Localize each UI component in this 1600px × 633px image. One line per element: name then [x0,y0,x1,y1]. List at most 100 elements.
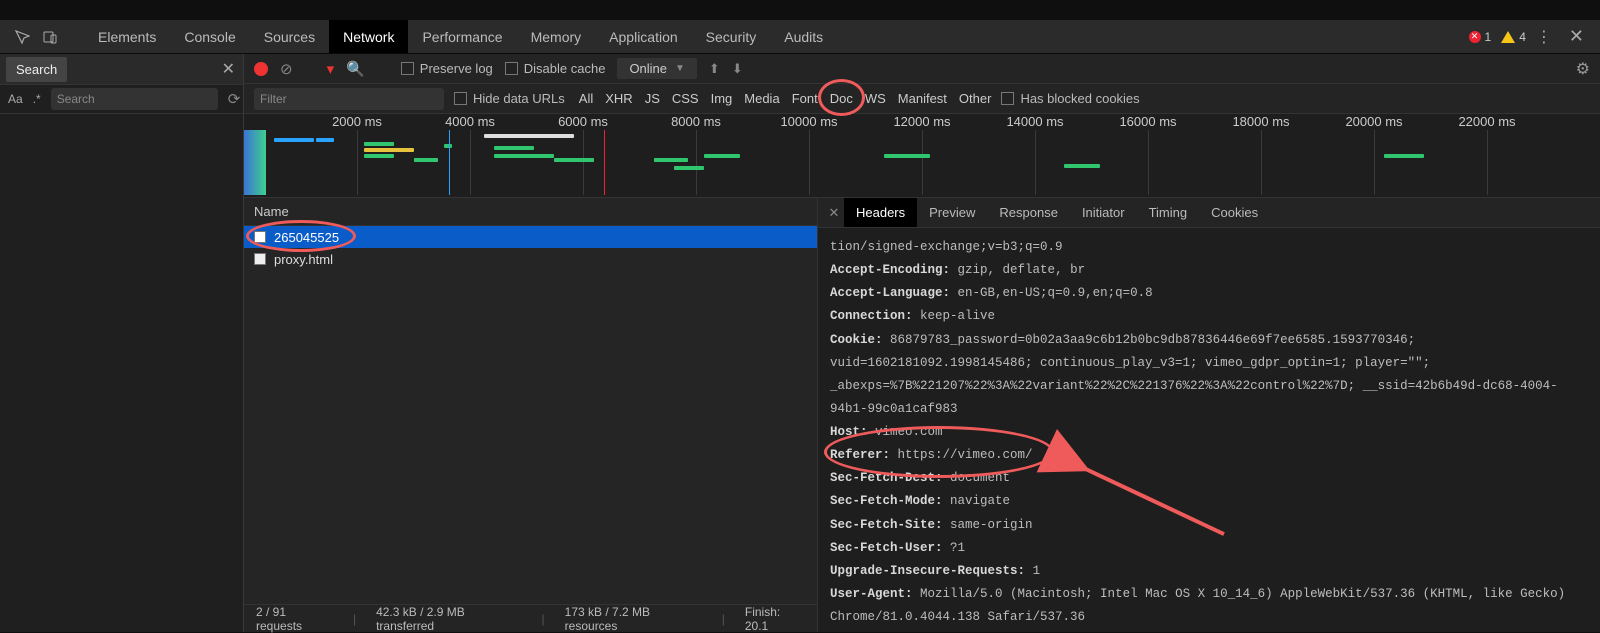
tab-security[interactable]: Security [692,20,771,53]
filter-toggle-icon[interactable]: ▾ [327,60,335,78]
network-filter-bar: Hide data URLs All XHR JS CSS Img Media … [244,84,1600,114]
request-details: ✕ Headers Preview Response Initiator Tim… [818,198,1600,632]
hide-data-urls-label: Hide data URLs [473,91,565,106]
tab-sources[interactable]: Sources [250,20,329,53]
request-row-selected[interactable]: 265045525 [244,226,817,248]
tab-memory[interactable]: Memory [517,20,596,53]
type-js[interactable]: JS [645,91,660,106]
type-img[interactable]: Img [711,91,733,106]
header-accept-encoding: Accept-Encoding: gzip, deflate, br [830,259,1588,282]
type-media[interactable]: Media [744,91,779,106]
tab-preview[interactable]: Preview [917,198,987,227]
type-css[interactable]: CSS [672,91,699,106]
search-toggle-icon[interactable]: 🔍 [346,60,365,78]
network-overview[interactable]: 2000 ms4000 ms6000 ms8000 ms10000 ms1200… [244,114,1600,198]
import-har-icon[interactable]: ⬆ [709,61,720,77]
header-referer: Referer: https://vimeo.com/ [830,444,1588,467]
hide-data-urls-checkbox[interactable]: Hide data URLs [454,91,565,106]
warning-count: 4 [1519,30,1526,44]
waterfall-tick: 6000 ms [558,114,608,129]
has-blocked-cookies-checkbox[interactable]: Has blocked cookies [1001,91,1139,106]
match-case-toggle[interactable]: Aa [8,92,23,106]
request-name: 265045525 [274,230,339,245]
tab-application[interactable]: Application [595,20,692,53]
regex-toggle[interactable]: .* [33,92,41,106]
header-line: tion/signed-exchange;v=b3;q=0.9 [830,236,1588,259]
main-tabs: Elements Console Sources Network Perform… [0,20,1600,54]
search-input[interactable] [51,88,218,110]
type-all[interactable]: All [579,91,593,106]
network-panel: ⊘ ▾ 🔍 Preserve log Disable cache Online … [244,54,1600,632]
waterfall-tick: 4000 ms [445,114,495,129]
error-count-badge[interactable]: ✕ 1 [1469,30,1492,44]
tab-response[interactable]: Response [987,198,1070,227]
record-button[interactable] [254,62,268,76]
type-filter-group: All XHR JS CSS Img Media Font Doc WS Man… [579,91,992,106]
close-devtools-icon[interactable]: ✕ [1563,26,1590,47]
filter-input[interactable] [254,88,444,110]
throttling-select[interactable]: Online ▼ [617,58,696,79]
status-resources: 173 kB / 7.2 MB resources [565,605,702,633]
request-list: Name 265045525 proxy.html 2 / 91 request… [244,198,818,632]
tab-headers[interactable]: Headers [844,198,917,227]
waterfall-tick: 22000 ms [1458,114,1515,129]
status-transferred: 42.3 kB / 2.9 MB transferred [376,605,521,633]
settings-icon[interactable]: ⚙ [1576,59,1590,79]
type-manifest[interactable]: Manifest [898,91,947,106]
tab-audits[interactable]: Audits [770,20,837,53]
status-finish: Finish: 20.1 [745,605,805,633]
more-menu-icon[interactable]: ⋮ [1536,27,1553,47]
checkbox-icon [401,62,414,75]
header-upgrade-insecure: Upgrade-Insecure-Requests: 1 [830,560,1588,583]
status-requests: 2 / 91 requests [256,605,333,633]
has-blocked-label: Has blocked cookies [1020,91,1139,106]
close-details-icon[interactable]: ✕ [824,205,844,221]
network-toolbar: ⊘ ▾ 🔍 Preserve log Disable cache Online … [244,54,1600,84]
disable-cache-checkbox[interactable]: Disable cache [505,61,606,76]
close-search-icon[interactable]: ✕ [222,59,235,79]
tab-elements[interactable]: Elements [84,20,170,53]
type-doc[interactable]: Doc [830,91,853,106]
waterfall-tick: 16000 ms [1119,114,1176,129]
tab-cookies[interactable]: Cookies [1199,198,1270,227]
refresh-icon[interactable]: ⟳ [228,90,241,108]
headers-body: tion/signed-exchange;v=b3;q=0.9 Accept-E… [818,228,1600,632]
checkbox-icon [505,62,518,75]
type-ws[interactable]: WS [865,91,886,106]
checkbox-icon [454,92,467,105]
waterfall-tick: 18000 ms [1232,114,1289,129]
checkbox-icon [1001,92,1014,105]
type-font[interactable]: Font [792,91,818,106]
type-other[interactable]: Other [959,91,992,106]
error-icon: ✕ [1469,31,1481,43]
preserve-log-checkbox[interactable]: Preserve log [401,61,493,76]
tab-timing[interactable]: Timing [1137,198,1200,227]
waterfall-tick: 8000 ms [671,114,721,129]
header-user-agent: User-Agent: Mozilla/5.0 (Macintosh; Inte… [830,583,1588,629]
inspect-icon[interactable] [8,20,36,53]
error-count: 1 [1485,30,1492,44]
warning-count-badge[interactable]: 4 [1501,30,1526,44]
export-har-icon[interactable]: ⬇ [732,61,743,77]
type-xhr[interactable]: XHR [605,91,632,106]
tab-initiator[interactable]: Initiator [1070,198,1137,227]
request-row[interactable]: proxy.html [244,248,817,270]
header-sec-fetch-mode: Sec-Fetch-Mode: navigate [830,490,1588,513]
tab-network[interactable]: Network [329,20,408,53]
throttling-value: Online [629,61,667,76]
search-drawer-title: Search [6,57,67,82]
tab-performance[interactable]: Performance [408,20,516,53]
header-host: Host: vimeo.com [830,421,1588,444]
detail-tabs: ✕ Headers Preview Response Initiator Tim… [818,198,1600,228]
disable-cache-label: Disable cache [524,61,606,76]
file-icon [254,231,266,243]
header-sec-fetch-user: Sec-Fetch-User: ?1 [830,537,1588,560]
waterfall-tick: 10000 ms [780,114,837,129]
tab-console[interactable]: Console [170,20,249,53]
column-header-name[interactable]: Name [244,198,817,226]
warning-icon [1501,31,1515,43]
device-toolbar-icon[interactable] [36,20,64,53]
waterfall-tick: 12000 ms [893,114,950,129]
network-status-bar: 2 / 91 requests| 42.3 kB / 2.9 MB transf… [244,604,817,632]
clear-icon[interactable]: ⊘ [280,60,293,78]
